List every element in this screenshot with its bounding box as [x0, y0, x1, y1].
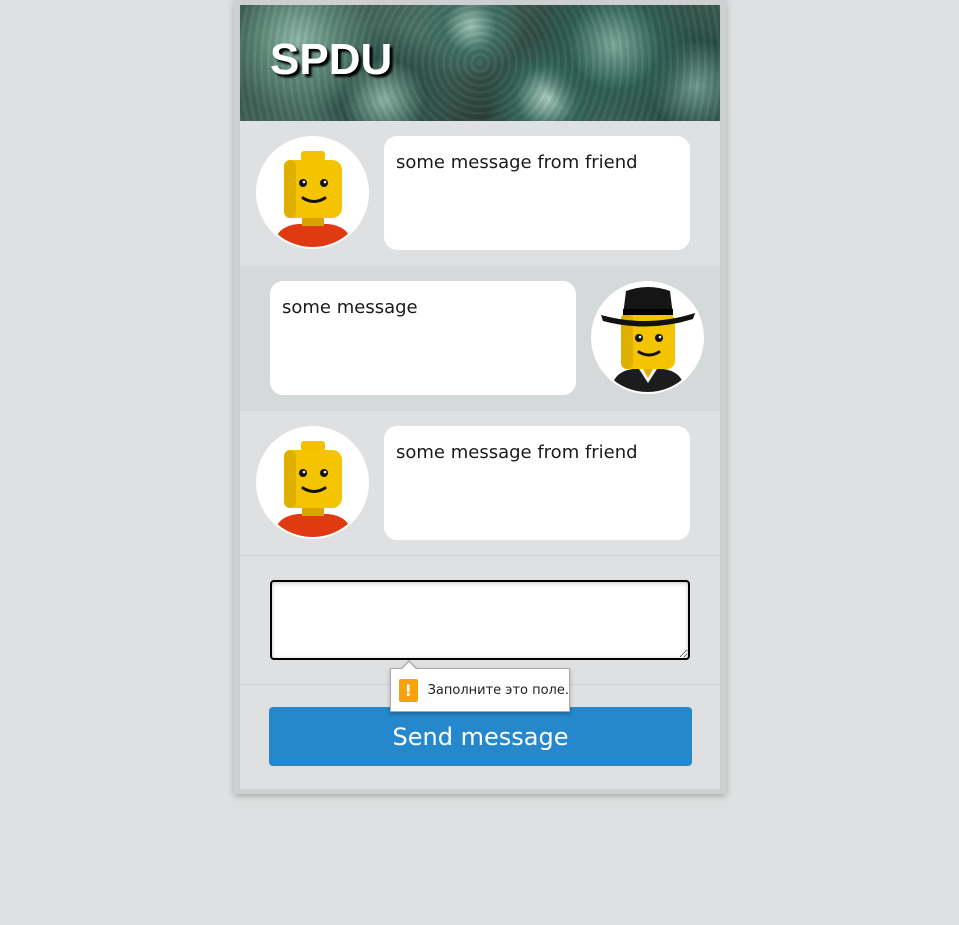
message-bubble: some message from friend — [384, 136, 690, 250]
validation-message: Заполните это поле. — [427, 682, 569, 698]
message-row-friend: some message from friend — [240, 411, 720, 556]
lego-minifig-red-shirt-icon — [276, 441, 350, 537]
divider — [240, 555, 720, 556]
validation-tooltip: ! Заполните это поле. — [390, 660, 570, 712]
friend-avatar — [256, 136, 369, 249]
friend-avatar — [256, 426, 369, 539]
message-bubble: some message — [270, 281, 576, 395]
lego-minifig-black-hat-icon — [601, 287, 695, 392]
lego-minifig-red-shirt-icon — [276, 151, 350, 247]
user-avatar — [591, 281, 704, 394]
header-banner: SPDU — [240, 5, 720, 121]
send-message-button[interactable]: Send message — [269, 707, 692, 766]
site-title: SPDU — [270, 35, 393, 84]
message-input[interactable] — [270, 580, 690, 660]
message-row-friend: some message from friend — [240, 121, 720, 266]
message-bubble: some message from friend — [384, 426, 690, 540]
warning-icon: ! — [399, 678, 418, 702]
message-row-mine: some message — [240, 266, 720, 411]
